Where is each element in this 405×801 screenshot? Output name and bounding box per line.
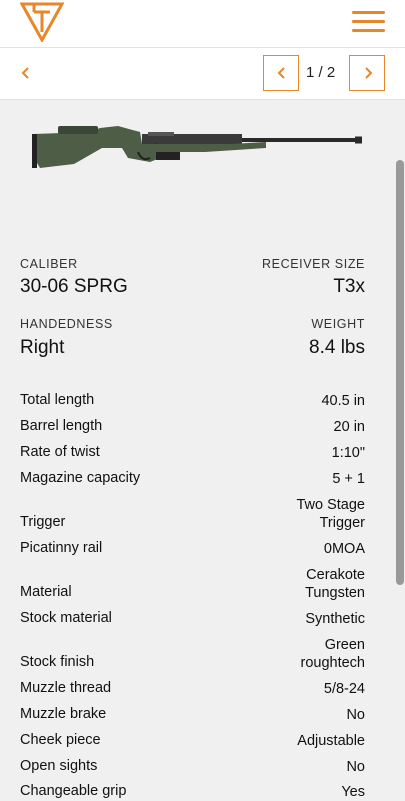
prev-page-button[interactable]: [263, 55, 299, 91]
row-value: 1:10": [331, 445, 365, 461]
row-value: 40.5 in: [321, 393, 365, 409]
row-value: Synthetic: [305, 611, 365, 627]
caliber-label: CALIBER: [20, 257, 78, 271]
row-label: Changeable grip: [20, 783, 127, 799]
scrollbar[interactable]: [396, 160, 404, 585]
top-header: [0, 0, 405, 48]
tikka-logo-icon[interactable]: [20, 2, 64, 42]
row-value-line: roughtech: [300, 655, 366, 671]
row-value: Adjustable: [297, 733, 365, 749]
row-label: Muzzle thread: [20, 680, 112, 696]
product-details: CALIBER 30-06 SPRG RECEIVER SIZE T3x HAN…: [0, 100, 395, 800]
row-value: No: [346, 707, 365, 723]
row-label: Stock finish: [20, 654, 95, 670]
row-label: Stock material: [20, 610, 112, 626]
row-label: Rate of twist: [20, 444, 100, 460]
row-label: Barrel length: [20, 418, 103, 434]
row-label: Trigger: [20, 514, 66, 530]
row-value-line: Tungsten: [305, 585, 365, 601]
row-value: 5/8-24: [323, 681, 365, 697]
pager-bar: 1 / 2: [0, 48, 405, 100]
back-chevron-left-icon[interactable]: [16, 62, 36, 84]
row-value: 5 + 1: [332, 471, 365, 487]
row-value-line: Two Stage: [296, 497, 365, 513]
caliber-value: 30-06 SPRG: [20, 276, 128, 297]
receiver-size-value: T3x: [333, 276, 365, 297]
chevron-right-icon: [365, 67, 373, 79]
rifle-image: [32, 126, 362, 168]
weight-label: WEIGHT: [311, 317, 365, 331]
row-value: Two Stage Trigger: [296, 496, 365, 532]
row-label: Open sights: [20, 758, 98, 774]
handedness-label: HANDEDNESS: [20, 317, 113, 331]
row-value-line: Trigger: [319, 515, 365, 531]
row-value: No: [346, 759, 365, 775]
receiver-size-label: RECEIVER SIZE: [262, 257, 365, 271]
handedness-value: Right: [20, 337, 65, 358]
row-value-line: Cerakote: [306, 567, 365, 583]
row-value: 20 in: [333, 419, 365, 435]
page-indicator: 1 / 2: [306, 64, 336, 81]
row-value: Green roughtech: [301, 636, 366, 672]
row-value-line: Green: [324, 637, 365, 653]
row-label: Cheek piece: [20, 732, 101, 748]
row-label: Total length: [20, 392, 95, 408]
chevron-left-icon: [277, 67, 285, 79]
row-label: Picatinny rail: [20, 540, 103, 556]
row-value: 0MOA: [323, 541, 365, 557]
hamburger-menu-icon[interactable]: [352, 11, 385, 33]
row-label: Magazine capacity: [20, 470, 141, 486]
next-page-button[interactable]: [349, 55, 385, 91]
weight-value: 8.4 lbs: [309, 337, 365, 358]
row-label: Muzzle brake: [20, 706, 107, 722]
row-value: Yes: [341, 784, 365, 800]
row-label: Material: [20, 584, 72, 600]
row-value: Cerakote Tungsten: [305, 566, 365, 602]
